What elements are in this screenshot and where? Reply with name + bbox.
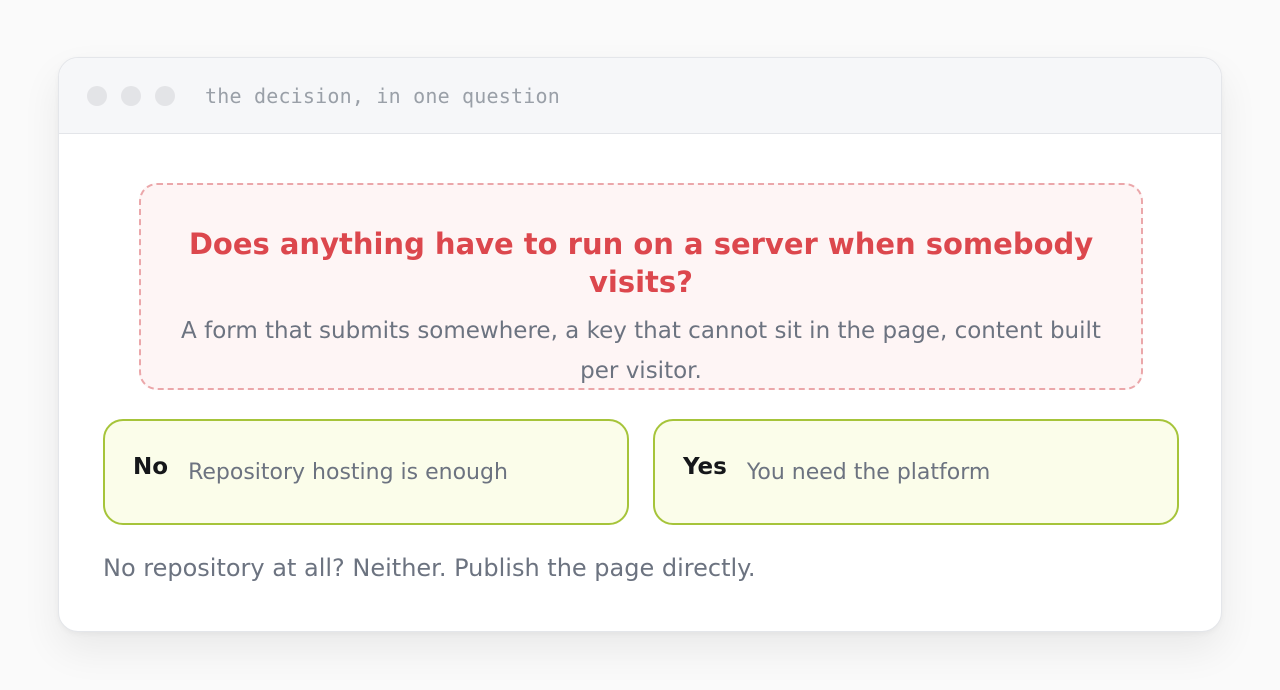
answer-yes-key: Yes: [683, 454, 727, 480]
window-title: the decision, in one question: [205, 83, 560, 108]
window-titlebar: the decision, in one question: [59, 58, 1221, 134]
window-dot-minimize[interactable]: [121, 85, 141, 106]
decision-window: the decision, in one question Does anyth…: [58, 57, 1222, 632]
question-title: Does anything have to run on a server wh…: [188, 227, 1094, 299]
answer-options: No Repository hosting is enough Yes You …: [103, 419, 1179, 525]
question-card: Does anything have to run on a server wh…: [139, 183, 1143, 390]
footnote: No repository at all? Neither. Publish t…: [103, 554, 756, 582]
question-subtitle: A form that submits somewhere, a key tha…: [181, 318, 1101, 384]
answer-yes-text: You need the platform: [746, 459, 991, 485]
answer-no-card[interactable]: No Repository hosting is enough: [103, 419, 629, 525]
answer-yes-card[interactable]: Yes You need the platform: [653, 419, 1179, 525]
answer-no-key: No: [133, 454, 169, 480]
window-dot-close[interactable]: [87, 85, 107, 106]
window-dot-maximize[interactable]: [155, 85, 175, 106]
answer-no-text: Repository hosting is enough: [188, 459, 508, 485]
